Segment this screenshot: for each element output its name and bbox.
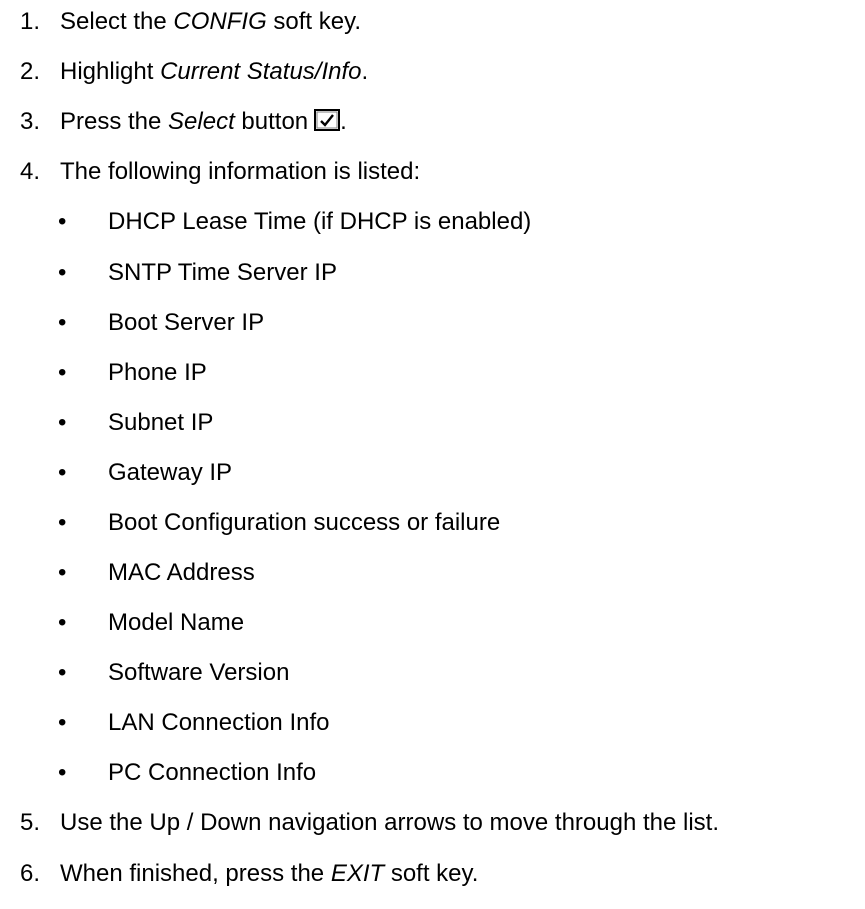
step-text-emphasis: CONFIG [173,8,267,35]
step-text: Select the CONFIG soft key. [60,8,361,36]
step-text-pre: Select the [60,8,174,35]
list-item-text: Gateway IP [108,459,233,486]
step-text-emphasis: EXIT [330,860,385,887]
step-text-emphasis: Current Status/Info [160,58,362,85]
step-number: 5. [20,809,41,836]
step-text: Highlight Current Status/Info. [60,58,368,86]
list-item-text: Phone IP [108,359,207,386]
bullet-icon: • [58,309,67,336]
step-text: Use the Up / Down navigation arrows to m… [60,809,719,836]
bullet-icon: • [58,259,67,286]
step-number: 3. [20,108,41,135]
bullet-icon: • [58,359,67,386]
step-number: 1. [20,8,41,35]
step-text: When finished, press the EXIT soft key. [60,860,478,888]
bullet-icon: • [58,759,67,786]
step-text-post: soft key. [266,8,361,35]
bullet-icon: • [58,208,67,235]
bullet-icon: • [58,559,67,586]
list-item-text: Subnet IP [108,409,214,436]
step-text-post: soft key. [384,860,479,887]
bullet-icon: • [58,609,67,636]
step-number: 6. [20,860,41,887]
step-text: Press the Select button . [60,108,347,136]
step-text-pre: When finished, press the [60,860,331,887]
bullet-icon: • [58,659,67,686]
list-item-text: Software Version [108,659,290,686]
bullet-icon: • [58,509,67,536]
bullet-icon: • [58,409,67,436]
instructions-document: 1. Select the CONFIG soft key. 2. Highli… [0,0,865,909]
list-item-text: Model Name [108,609,245,636]
step-text-emphasis: Select [168,108,235,135]
step-text-pre: Highlight [60,58,161,85]
step-text-post: button [234,108,309,135]
list-item-text: LAN Connection Info [108,709,330,736]
list-item-text: DHCP Lease Time (if DHCP is enabled) [108,208,532,235]
step-text-pre: Press the [60,108,169,135]
step-text-post: . [361,58,369,85]
list-item-text: SNTP Time Server IP [108,259,337,286]
bullet-icon: • [58,709,67,736]
list-item-text: Boot Server IP [108,309,265,336]
bullet-icon: • [58,459,67,486]
list-item-text: Boot Configuration success or failure [108,509,501,536]
list-item-text: MAC Address [108,559,255,586]
step-text: The following information is listed: [60,158,421,185]
step-number: 2. [20,58,41,85]
step-number: 4. [20,158,41,185]
select-checkmark-icon [314,109,341,131]
step-text-tail: . [340,108,347,135]
list-item-text: PC Connection Info [108,759,317,786]
